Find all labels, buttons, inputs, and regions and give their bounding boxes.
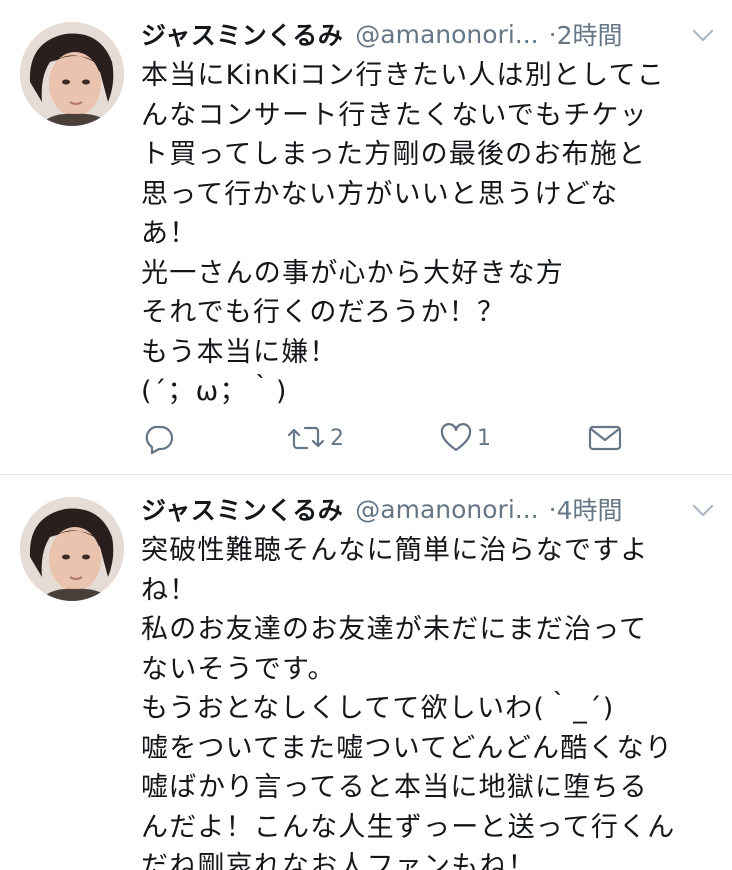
heart-icon — [439, 421, 473, 455]
tweet-text-line: 私のお友達のお友達が未だにまだ治って — [141, 614, 648, 645]
tweet-text-line: 嘘をついてまた嘘ついてどんどん酷くなり — [141, 732, 674, 764]
retweet-count: 2 — [330, 425, 344, 451]
user-handle[interactable]: @amanonori... — [355, 495, 538, 524]
tweet-text-line: あ！ — [141, 218, 198, 249]
tweet[interactable]: ジャスミンくるみ @amanonori... · 2時間 本当にKinKiコン行… — [0, 0, 732, 474]
retweet-icon — [286, 421, 326, 455]
avatar[interactable] — [20, 497, 124, 601]
chevron-down-icon[interactable] — [690, 497, 716, 523]
separator-dot: · — [548, 494, 557, 524]
tweet-text-line: 嘘ばかり言ってると本当に地獄に堕ちる — [141, 772, 648, 803]
tweet-text-line: もうおとなしくしてて欲しいわ(｀_´) — [141, 693, 615, 724]
tweet-text-line: もう本当に嫌！ — [141, 336, 338, 368]
user-handle[interactable]: @amanonori... — [355, 20, 538, 49]
tweet[interactable]: ジャスミンくるみ @amanonori... · 4時間 突破性難聴そんなに簡単… — [0, 475, 732, 870]
direct-message-button[interactable] — [587, 420, 623, 456]
tweet-text: 突破性難聴そんなに簡単に治らなですよ ね！ 私のお友達のお友達が未だにまだ治って… — [141, 531, 721, 870]
tweet-text-line: だね剛哀れなお人ファンもね！ — [141, 851, 536, 870]
tweet-text-line: 光一さんの事が心から大好きな方 — [141, 257, 564, 289]
tweet-actions: 2 1 — [141, 420, 631, 456]
reply-icon — [141, 421, 175, 455]
tweet-text-line: それでも行くのだろうか！？ — [141, 297, 506, 328]
tweet-header: ジャスミンくるみ @amanonori... · 4時間 — [141, 489, 716, 529]
like-count: 1 — [477, 425, 491, 451]
tweet-text-line: (´；ω；｀) — [141, 376, 288, 407]
tweet-text-line: 思って行かない方がいいと思うけどな — [141, 178, 619, 210]
tweet-text-line: 突破性難聴そんなに簡単に治らなですよ — [141, 535, 649, 566]
tweet-text-line: 本当にKinKiコン行きたい人は別としてこ — [141, 60, 665, 91]
display-name[interactable]: ジャスミンくるみ — [141, 16, 343, 52]
tweet-text-line: ね！ — [141, 574, 198, 606]
timestamp[interactable]: 4時間 — [557, 491, 623, 527]
avatar[interactable] — [20, 22, 124, 126]
avatar-image — [20, 497, 124, 601]
tweet-text-line: んなコンサート行きたくないでもチケッ — [141, 99, 648, 131]
avatar-image — [20, 22, 124, 126]
tweet-header: ジャスミンくるみ @amanonori... · 2時間 — [141, 14, 716, 54]
chevron-down-icon[interactable] — [690, 22, 716, 48]
tweet-text-line: んだよ！こんな人生ずっーと送って行くん — [141, 811, 676, 843]
tweet-text-line: ト買ってしまった方剛の最後のお布施と — [141, 139, 647, 170]
tweet-text-line: ないそうです。 — [141, 653, 336, 685]
timestamp[interactable]: 2時間 — [557, 16, 623, 52]
retweet-button[interactable]: 2 — [286, 420, 344, 456]
timeline-feed: ジャスミンくるみ @amanonori... · 2時間 本当にKinKiコン行… — [0, 0, 732, 870]
reply-button[interactable] — [141, 420, 175, 456]
tweet-text: 本当にKinKiコン行きたい人は別としてこ んなコンサート行きたくないでもチケッ… — [141, 56, 721, 412]
separator-dot: · — [548, 19, 557, 49]
display-name[interactable]: ジャスミンくるみ — [141, 491, 343, 527]
envelope-icon — [587, 421, 623, 455]
like-button[interactable]: 1 — [439, 420, 491, 456]
